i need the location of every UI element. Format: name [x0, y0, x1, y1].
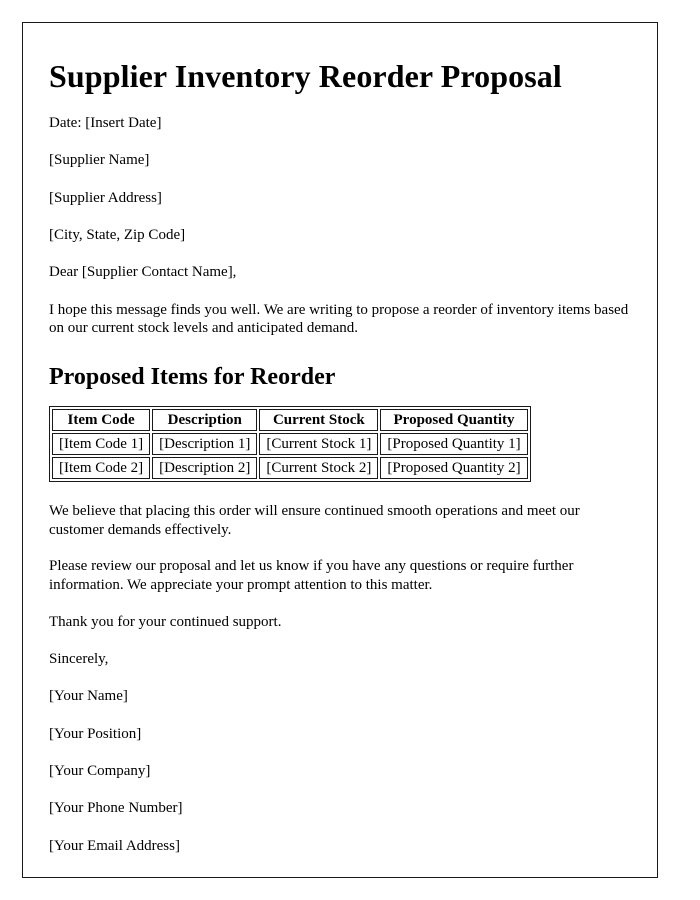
table-cell-description: [Description 2]: [152, 456, 258, 479]
table-cell-description: [Description 1]: [152, 432, 258, 455]
supplier-city-state-zip-line: [City, State, Zip Code]: [49, 227, 186, 244]
table-column-header-item-code: Item Code: [52, 408, 151, 431]
salutation-line: Dear [Supplier Contact Name],: [49, 264, 237, 281]
closing-line: Sincerely,: [49, 651, 109, 668]
table-cell-current-stock: [Current Stock 1]: [259, 432, 379, 455]
table-cell-current-stock: [Current Stock 2]: [259, 456, 379, 479]
page-title: Supplier Inventory Reorder Proposal: [49, 58, 562, 94]
document-page: Supplier Inventory Reorder Proposal Date…: [22, 22, 658, 878]
table-cell-proposed-quantity: [Proposed Quantity 1]: [380, 432, 528, 455]
document-body: Supplier Inventory Reorder Proposal Date…: [23, 23, 657, 855]
table-column-header-current-stock: Current Stock: [259, 408, 379, 431]
date-line: Date: [Insert Date]: [49, 115, 162, 132]
section-heading-proposed-items: Proposed Items for Reorder: [49, 364, 336, 391]
table-header: Item Code Description Current Stock Prop…: [52, 408, 528, 431]
supplier-address-line: [Supplier Address]: [49, 189, 162, 206]
table-column-header-proposed-quantity: Proposed Quantity: [380, 408, 528, 431]
signature-name: [Your Name]: [49, 688, 128, 705]
table-cell-item-code: [Item Code 2]: [52, 456, 151, 479]
intro-paragraph: I hope this message finds you well. We a…: [49, 301, 629, 337]
thanks-line: Thank you for your continued support.: [49, 613, 282, 630]
signature-email: [Your Email Address]: [49, 837, 180, 854]
signature-position: [Your Position]: [49, 725, 142, 742]
supplier-name-line: [Supplier Name]: [49, 152, 150, 169]
table-cell-proposed-quantity: [Proposed Quantity 2]: [380, 456, 528, 479]
signature-company: [Your Company]: [49, 762, 151, 779]
body-paragraph-1: We believe that placing this order will …: [49, 502, 580, 538]
table-body: [Item Code 1] [Description 1] [Current S…: [52, 432, 528, 479]
proposed-items-table: Item Code Description Current Stock Prop…: [49, 405, 531, 482]
body-paragraph-2: Please review our proposal and let us kn…: [49, 558, 574, 594]
signature-phone: [Your Phone Number]: [49, 800, 183, 817]
table-cell-item-code: [Item Code 1]: [52, 432, 151, 455]
table-header-row: Item Code Description Current Stock Prop…: [52, 408, 528, 431]
table-row: [Item Code 2] [Description 2] [Current S…: [52, 456, 528, 479]
table-column-header-description: Description: [152, 408, 258, 431]
table-row: [Item Code 1] [Description 1] [Current S…: [52, 432, 528, 455]
